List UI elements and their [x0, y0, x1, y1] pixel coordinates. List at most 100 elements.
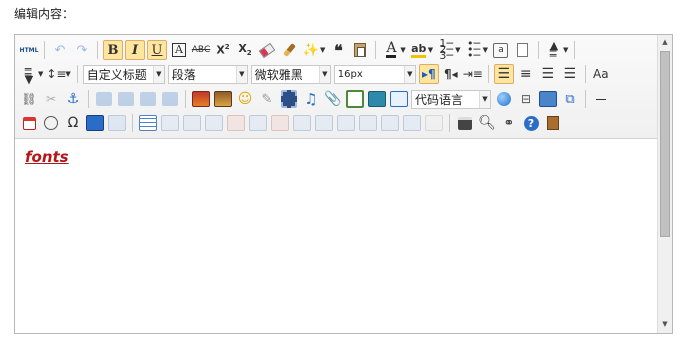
font-border-icon: A	[172, 43, 186, 57]
source-html-button[interactable]: HTML	[19, 40, 39, 60]
webapp-button[interactable]	[389, 89, 409, 109]
insert-code-button[interactable]	[367, 89, 387, 109]
bold-button[interactable]: B	[103, 40, 123, 60]
wordimage-icon	[86, 115, 104, 131]
subscript-button[interactable]: X2	[235, 40, 255, 60]
custom-heading-select[interactable]: 自定义标题 ▼	[82, 64, 165, 84]
edittip-button[interactable]	[107, 113, 127, 133]
insert-frame-button[interactable]	[345, 89, 365, 109]
unlink-button[interactable]: ✂	[41, 89, 61, 109]
chevron-down-icon: ▼	[318, 65, 330, 83]
line-height-button[interactable]: ↕≡ ▼	[46, 64, 70, 84]
paragraph-select[interactable]: 段落 ▼	[167, 64, 248, 84]
scroll-thumb[interactable]	[660, 51, 670, 237]
drafts-button[interactable]	[543, 113, 563, 133]
image-none-button[interactable]	[94, 89, 114, 109]
scrawl-button[interactable]: ✎	[257, 89, 277, 109]
ltr-button[interactable]: ▸¶	[418, 64, 439, 84]
superscript-button[interactable]: X2	[213, 40, 233, 60]
separator	[574, 41, 576, 59]
row-spacing-bottom-button[interactable]: ═ ═ ▼ ▼	[19, 64, 44, 85]
font-size-select[interactable]: 16px ▼	[333, 64, 416, 84]
anchor-icon: ⚓	[66, 91, 80, 107]
multi-image-button[interactable]	[213, 89, 233, 109]
vertical-scrollbar[interactable]: ▲ ▼	[657, 35, 672, 333]
italic-button[interactable]: I	[125, 40, 145, 60]
content-link[interactable]: fonts	[25, 148, 69, 166]
anchor-button[interactable]: ⚓	[63, 89, 83, 109]
scroll-down-icon[interactable]: ▼	[658, 317, 672, 331]
wordimage-button[interactable]	[85, 113, 105, 133]
insert-image-button[interactable]	[191, 89, 211, 109]
split-to-cells-button[interactable]	[358, 113, 378, 133]
insert-col-button[interactable]	[248, 113, 268, 133]
code-language-select[interactable]: 代码语言 ▼	[411, 89, 491, 109]
forecolor-button[interactable]: A ▼	[381, 40, 406, 60]
template-button[interactable]: ⊟	[516, 89, 536, 109]
split-to-cols-button[interactable]	[402, 113, 422, 133]
justify-left-button[interactable]: ☰	[493, 64, 514, 84]
merge-down-button[interactable]	[336, 113, 356, 133]
paste-plain-button[interactable]	[350, 40, 370, 60]
toolbar-row-1: HTML ↶ ↷ B I U A ABC X2 X2 ✨ ▼ ❝ A ▼ ab ▼ 1…	[19, 38, 580, 61]
delete-col-button[interactable]	[270, 113, 290, 133]
undo-button[interactable]: ↶	[50, 40, 70, 60]
underline-button[interactable]: U	[147, 40, 167, 60]
font-color-icon: A	[386, 40, 397, 58]
split-to-rows-button[interactable]	[380, 113, 400, 133]
select-all-button[interactable]: a	[491, 40, 511, 60]
insert-row-button[interactable]	[204, 113, 224, 133]
delete-table-button[interactable]	[160, 113, 180, 133]
snapscreen-button[interactable]: ⧉	[560, 89, 580, 109]
undo-icon: ↶	[54, 42, 66, 58]
blockquote-button[interactable]: ❝	[328, 40, 348, 60]
clear-doc-button[interactable]	[513, 40, 533, 60]
background-button[interactable]	[538, 89, 558, 109]
unordered-list-button[interactable]: •─ •─ •─ ▼	[464, 38, 488, 61]
chevron-down-icon: ▼	[65, 70, 71, 78]
backcolor-button[interactable]: ab ▼	[409, 40, 433, 60]
justify-center-button[interactable]: ≡	[516, 64, 536, 84]
date-button[interactable]	[19, 113, 39, 133]
scroll-up-icon[interactable]: ▲	[658, 35, 672, 49]
row-spacing-top-button[interactable]: ▲ ═ ═ ▼	[544, 40, 569, 61]
help-button[interactable]: ?	[521, 113, 541, 133]
redo-button[interactable]: ↷	[72, 40, 92, 60]
delete-row-button[interactable]	[226, 113, 246, 133]
remove-format-button[interactable]	[257, 40, 277, 60]
special-char-button[interactable]: Ω	[63, 113, 83, 133]
justify-full-button[interactable]: ☰	[560, 64, 580, 84]
ordered-list-button[interactable]: 1─ 2─ 3─ ▼	[436, 38, 460, 61]
search-replace-button[interactable]: ⚭	[499, 113, 519, 133]
insert-table-button[interactable]	[138, 113, 158, 133]
print-button[interactable]	[455, 113, 475, 133]
time-button[interactable]	[41, 113, 61, 133]
music-button[interactable]: ♫	[301, 89, 321, 109]
image-right-button[interactable]	[138, 89, 158, 109]
autotypeset-button[interactable]: ✨ ▼	[301, 40, 325, 60]
link-icon: ⛓	[21, 92, 37, 106]
touppercase-button[interactable]: Aa	[591, 64, 611, 84]
insert-video-button[interactable]	[279, 89, 299, 109]
strikethrough-button[interactable]: ABC	[191, 40, 211, 60]
editor-content-area[interactable]: fonts	[25, 147, 69, 166]
chart-button[interactable]	[424, 113, 444, 133]
horizontal-rule-button[interactable]	[591, 89, 611, 109]
format-painter-button[interactable]	[279, 40, 299, 60]
emotion-button[interactable]: ☺	[235, 89, 255, 109]
merge-cells-button[interactable]	[292, 113, 312, 133]
strikethrough-icon: ABC	[191, 45, 211, 55]
attachment-button[interactable]: 📎	[323, 89, 343, 109]
preview-button[interactable]: 🔍︎	[477, 113, 497, 133]
page-break-button[interactable]	[494, 89, 514, 109]
link-button[interactable]: ⛓	[19, 89, 39, 109]
image-center-button[interactable]	[160, 89, 180, 109]
rtl-button[interactable]: ¶◂	[441, 64, 461, 84]
merge-right-button[interactable]	[314, 113, 334, 133]
font-family-select[interactable]: 微软雅黑 ▼	[250, 64, 331, 84]
image-left-button[interactable]	[116, 89, 136, 109]
font-border-button[interactable]: A	[169, 40, 189, 60]
indent-button[interactable]: ⇥≡	[463, 64, 483, 84]
insert-paragraph-before-table-button[interactable]	[182, 113, 202, 133]
justify-right-button[interactable]: ☰	[538, 64, 558, 84]
